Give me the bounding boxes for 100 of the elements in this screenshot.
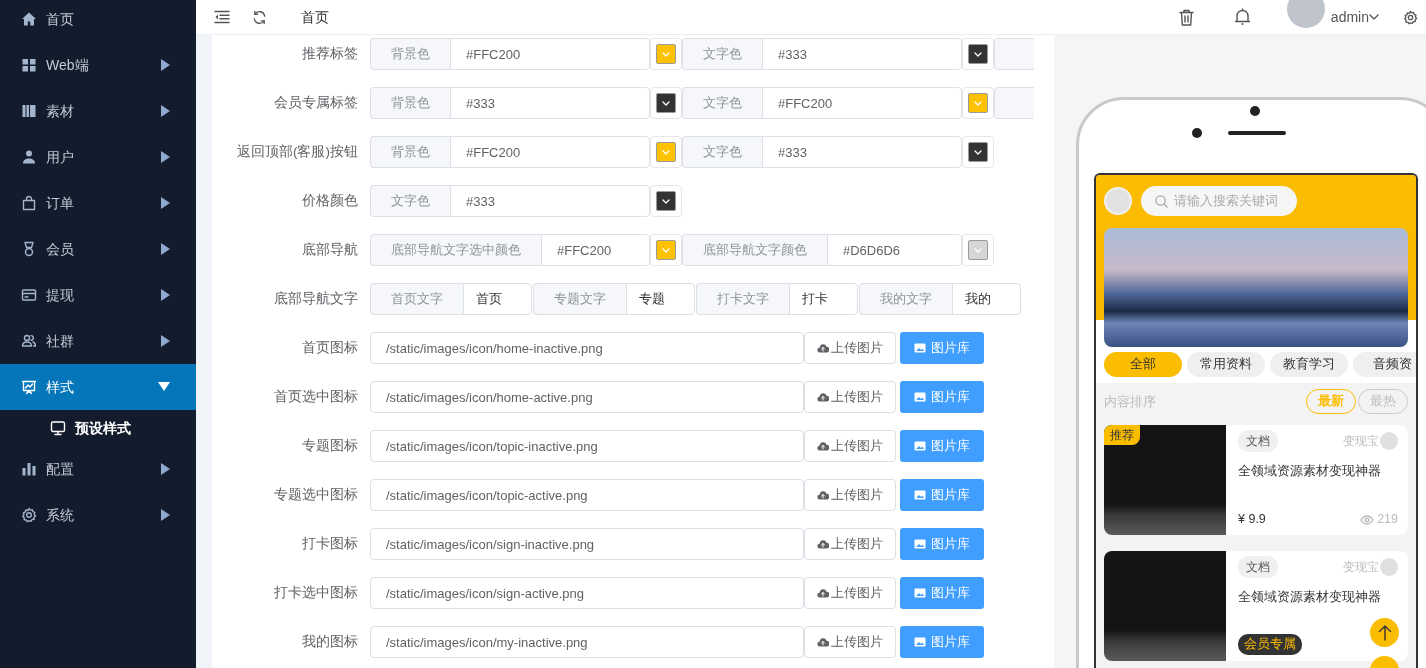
sidebar-item[interactable]: 配置 xyxy=(0,446,196,492)
color-picker[interactable] xyxy=(962,136,994,168)
color-input[interactable]: #333 xyxy=(450,87,650,119)
grid-icon xyxy=(21,57,37,73)
sidebar-item[interactable]: 会员 xyxy=(0,226,196,272)
color-picker[interactable] xyxy=(650,234,682,266)
upload-button[interactable]: 上传图片 xyxy=(804,430,896,462)
resource-card[interactable]: 推荐 文档 变现宝 全领域资源素材变现神器 ¥ 9.9 219 xyxy=(1104,425,1408,535)
color-input[interactable]: #333 xyxy=(762,136,962,168)
text-input[interactable]: 首页 xyxy=(463,283,532,315)
settings-icon[interactable] xyxy=(1403,9,1418,25)
sidebar-item[interactable]: 首页 xyxy=(0,0,196,42)
text-input[interactable]: 专题 xyxy=(626,283,695,315)
category-tab[interactable]: 教育学习 xyxy=(1270,352,1348,377)
color-input[interactable]: #333 xyxy=(450,185,650,217)
author-name: 变现宝 xyxy=(1343,559,1379,576)
color-input[interactable]: #FFC200 xyxy=(762,87,962,119)
category-tab[interactable]: 音频资 xyxy=(1353,352,1416,377)
input-addon: 文字色 xyxy=(370,185,450,217)
credit-card-icon xyxy=(21,287,37,303)
field-label: 专题图标 xyxy=(301,436,359,455)
color-picker[interactable] xyxy=(650,136,682,168)
upload-button[interactable]: 上传图片 xyxy=(804,332,896,364)
upload-button[interactable]: 上传图片 xyxy=(804,381,896,413)
color-picker[interactable] xyxy=(650,38,682,70)
card-title: 全领域资源素材变现神器 xyxy=(1238,462,1382,480)
menu-fold-icon[interactable] xyxy=(214,10,230,24)
users-icon xyxy=(21,333,37,349)
sidebar-item[interactable]: 用户 xyxy=(0,134,196,180)
field-label: 底部导航 xyxy=(301,240,359,259)
field-label: 打卡选中图标 xyxy=(273,583,359,602)
color-input[interactable]: #FFC200 xyxy=(450,38,650,70)
sidebar-item[interactable]: 素材 xyxy=(0,88,196,134)
field-label: 专题选中图标 xyxy=(273,485,359,504)
color-input[interactable]: #FFC200 xyxy=(541,234,650,266)
upload-button[interactable]: 上传图片 xyxy=(804,626,896,658)
page-tab[interactable]: 首页 xyxy=(301,6,329,28)
sidebar-subitem[interactable]: 预设样式 xyxy=(0,410,196,446)
cloud-upload-icon xyxy=(817,441,829,451)
text-input[interactable]: 我的 xyxy=(952,283,1021,315)
input-addon: 专题文字 xyxy=(533,283,626,315)
search-icon xyxy=(1155,194,1168,208)
home-icon xyxy=(21,11,37,27)
user-menu[interactable]: admin xyxy=(1330,6,1379,28)
path-input[interactable]: /static/images/icon/topic-active.png xyxy=(370,479,804,511)
picture-icon xyxy=(914,539,926,549)
color-picker[interactable] xyxy=(650,185,682,217)
field-label: 价格颜色 xyxy=(301,191,359,210)
color-input[interactable]: #D6D6D6 xyxy=(827,234,962,266)
path-input[interactable]: /static/images/icon/my-inactive.png xyxy=(370,626,804,658)
field-label: 推荐标签 xyxy=(301,44,359,63)
color-picker[interactable] xyxy=(650,87,682,119)
medal-icon xyxy=(21,241,37,257)
author-avatar xyxy=(1380,432,1398,450)
cloud-upload-icon xyxy=(817,588,829,598)
input-addon: 底部导航文字选中颜色 xyxy=(370,234,541,266)
color-input[interactable]: #FFC200 xyxy=(450,136,650,168)
picture-icon xyxy=(914,637,926,647)
refresh-icon[interactable] xyxy=(252,9,267,25)
input-addon: 打卡文字 xyxy=(696,283,789,315)
category-tab[interactable]: 常用资料 xyxy=(1187,352,1265,377)
monitor-icon xyxy=(50,420,66,436)
input-addon: 文字色 xyxy=(682,136,762,168)
path-input[interactable]: /static/images/icon/home-active.png xyxy=(370,381,804,413)
eye-icon xyxy=(1360,514,1375,525)
card-title: 全领域资源素材变现神器 xyxy=(1238,588,1382,606)
sidebar-item[interactable]: 订单 xyxy=(0,180,196,226)
category-tab[interactable]: 全部 xyxy=(1104,352,1182,377)
picture-icon xyxy=(914,392,926,402)
upload-button[interactable]: 上传图片 xyxy=(804,577,896,609)
path-input[interactable]: /static/images/icon/sign-inactive.png xyxy=(370,528,804,560)
picture-icon xyxy=(914,588,926,598)
path-input[interactable]: /static/images/icon/sign-active.png xyxy=(370,577,804,609)
upload-button[interactable]: 上传图片 xyxy=(804,528,896,560)
bell-icon[interactable] xyxy=(1233,8,1251,26)
trash-icon[interactable] xyxy=(1178,8,1194,26)
field-label: 打卡图标 xyxy=(301,534,359,553)
field-label: 首页选中图标 xyxy=(273,387,359,406)
sidebar-item[interactable]: 社群 xyxy=(0,318,196,364)
cloud-upload-icon xyxy=(817,490,829,500)
sidebar-item[interactable]: 提现 xyxy=(0,272,196,318)
color-picker[interactable] xyxy=(962,87,994,119)
path-input[interactable]: /static/images/icon/home-inactive.png xyxy=(370,332,804,364)
upload-button[interactable]: 上传图片 xyxy=(804,479,896,511)
cloud-upload-icon xyxy=(817,539,829,549)
field-label: 底部导航文字 xyxy=(273,289,359,308)
input-addon: 文字色 xyxy=(682,87,762,119)
field-label: 我的图标 xyxy=(301,632,359,651)
sidebar-item[interactable]: 系统 xyxy=(0,492,196,538)
picture-icon xyxy=(914,490,926,500)
color-input[interactable]: #333 xyxy=(762,38,962,70)
resource-card[interactable]: 文档 变现宝 全领域资源素材变现神器 会员专属 xyxy=(1104,551,1408,661)
color-picker[interactable] xyxy=(962,234,994,266)
sidebar-item[interactable]: Web端 xyxy=(0,42,196,88)
sidebar-item[interactable]: 样式 xyxy=(0,364,196,410)
path-input[interactable]: /static/images/icon/topic-inactive.png xyxy=(370,430,804,462)
color-picker[interactable] xyxy=(962,38,994,70)
books-icon xyxy=(21,103,37,119)
input-addon: 首页文字 xyxy=(370,283,463,315)
text-input[interactable]: 打卡 xyxy=(789,283,858,315)
